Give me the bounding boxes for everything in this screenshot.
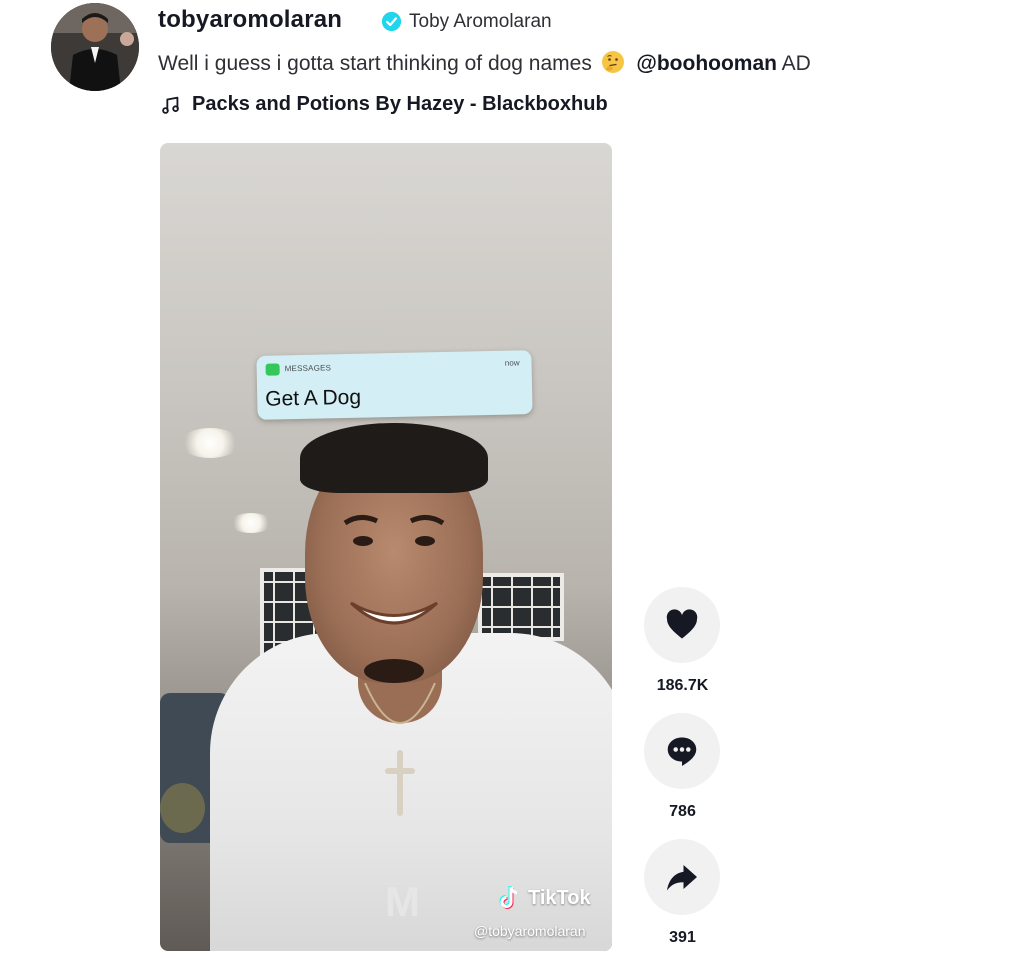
thinking-face-emoji-icon: [601, 51, 624, 73]
caption-ad-label: AD: [781, 52, 811, 75]
author-avatar[interactable]: [51, 3, 139, 91]
caption-mention-link[interactable]: @boohooman: [636, 52, 777, 75]
share-action: 391: [644, 839, 721, 947]
comment-bubble-icon: [667, 737, 697, 766]
notification-time: now: [504, 358, 520, 368]
messages-app-icon: [265, 363, 280, 376]
avatar-photo: [51, 3, 139, 91]
necklace-cross: [364, 683, 436, 816]
like-count: 186.7K: [656, 677, 709, 694]
gym-weight: [160, 783, 205, 833]
like-action: 186.7K: [644, 587, 721, 695]
comment-action: 786: [644, 713, 721, 821]
share-count: 391: [669, 929, 696, 946]
comment-count: 786: [669, 803, 696, 820]
face-features: [343, 515, 445, 683]
comment-button[interactable]: [644, 713, 720, 789]
notification-text: Get A Dog: [265, 385, 362, 411]
author-username[interactable]: tobyaromolaran: [158, 6, 342, 34]
tiktok-logo-icon: [499, 886, 518, 909]
verified-badge-icon: [381, 11, 402, 32]
music-title: Packs and Potions By Hazey - Blackboxhub: [192, 93, 608, 115]
shirt-logo-mark: M: [385, 878, 420, 925]
video-caption: Well i guess i gotta start thinking of d…: [158, 50, 811, 76]
like-button[interactable]: [644, 587, 720, 663]
music-note-icon: [162, 96, 179, 114]
notification-app-name: MESSAGES: [284, 363, 332, 374]
watermark-handle: @tobyaromolaran: [474, 923, 586, 939]
author-display-name: Toby Aromolaran: [409, 11, 552, 32]
ceiling-light: [230, 513, 272, 533]
share-arrow-icon: [667, 865, 697, 891]
share-button[interactable]: [644, 839, 720, 915]
caption-text: Well i guess i gotta start thinking of d…: [158, 52, 592, 75]
tiktok-watermark: TikTok: [498, 885, 591, 911]
video-player[interactable]: M MESSAGES now Get A Dog TikTok @tobyaro…: [160, 143, 612, 951]
tiktok-brand-text: TikTok: [528, 886, 591, 909]
heart-icon: [666, 609, 698, 639]
background-window: [478, 573, 564, 641]
music-link[interactable]: Packs and Potions By Hazey - Blackboxhub: [160, 93, 608, 116]
ceiling-light: [180, 428, 240, 458]
message-notification: MESSAGES now Get A Dog: [256, 350, 533, 420]
